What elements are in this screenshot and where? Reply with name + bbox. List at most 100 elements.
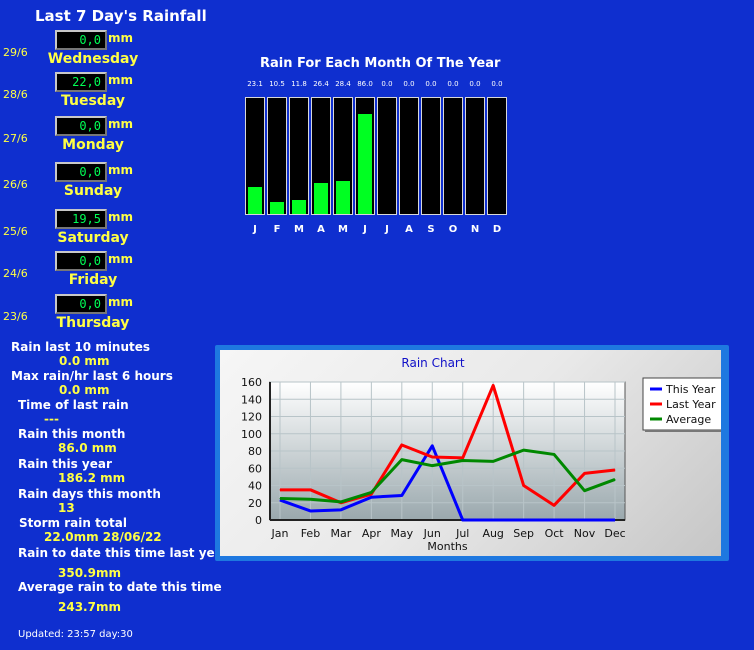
data-point [584, 519, 586, 521]
stat-label: Storm rain total [19, 516, 127, 530]
rain-line-chart: Rain Chart 0 20 40 60 80 100 120 140 160 Jan Feb Mar… [241, 356, 721, 553]
stat-value: 186.2 mm [58, 471, 126, 485]
month-bar [443, 97, 463, 215]
y-tick-label: 120 [241, 411, 262, 424]
day-rain-display: 0,0 [55, 116, 107, 136]
data-point [553, 453, 555, 455]
stat-label: Rain this month [18, 427, 126, 441]
data-point [431, 465, 433, 467]
day-rain-display: 22,0 [55, 72, 107, 92]
month-bar [399, 97, 419, 215]
month-bar-label: M [294, 224, 304, 235]
x-tick-label: Jul [455, 527, 469, 540]
data-point [401, 459, 403, 461]
stat-label: Max rain/hr last 6 hours [11, 369, 173, 383]
data-point [370, 491, 372, 493]
month-bar-value: 10.5 [269, 80, 285, 88]
day-date: 29/6 [3, 46, 28, 59]
day-date: 26/6 [3, 178, 28, 191]
data-point [340, 509, 342, 511]
month-bar [267, 97, 287, 215]
data-point [309, 489, 311, 491]
y-tick-label: 140 [241, 393, 262, 406]
day-rain-display: 19,5 [55, 209, 107, 229]
month-bar-value: 26.4 [313, 80, 329, 88]
month-bar [421, 97, 441, 215]
data-point [523, 449, 525, 451]
month-bar-value: 11.8 [291, 80, 307, 88]
month-bar-fill [270, 202, 284, 214]
month-bar-label: J [253, 224, 257, 235]
data-point [401, 444, 403, 446]
unit-label: mm [108, 252, 134, 266]
stat-label: Rain to date this time last year [18, 546, 229, 560]
month-bar-fill [358, 114, 372, 214]
day-date: 27/6 [3, 132, 28, 145]
month-bar-label: N [470, 224, 480, 235]
data-point [462, 457, 464, 459]
data-point [340, 501, 342, 503]
unit-label: mm [108, 117, 134, 131]
legend-label: This Year [665, 383, 716, 396]
month-bar-label: M [338, 224, 348, 235]
stat-label: Rain days this month [18, 487, 161, 501]
day-name: Wednesday [47, 51, 139, 67]
data-point [553, 504, 555, 506]
month-bar-label: J [385, 224, 389, 235]
month-bar [465, 97, 485, 215]
data-point [523, 519, 525, 521]
stat-value: 22.0mm 28/06/22 [44, 530, 162, 544]
month-bar-fill [314, 183, 328, 214]
data-point [462, 459, 464, 461]
y-tick-label: 80 [248, 445, 262, 458]
day-rain-display: 0,0 [55, 30, 107, 50]
month-bar [487, 97, 507, 215]
day-name: Tuesday [61, 93, 125, 109]
chart-title: Rain Chart [401, 356, 464, 370]
x-tick-label: Oct [545, 527, 565, 540]
month-bar-label: F [273, 224, 281, 235]
month-bar-value: 23.1 [247, 80, 263, 88]
month-bar-label: D [492, 224, 502, 235]
x-tick-label: Mar [331, 527, 352, 540]
month-bar [289, 97, 309, 215]
data-point [401, 495, 403, 497]
data-point [431, 445, 433, 447]
stat-value: --- [44, 412, 59, 426]
x-tick-label: Aug [482, 527, 503, 540]
month-bar-label: A [317, 224, 325, 235]
month-bar-value: 0.0 [381, 80, 393, 88]
month-bar [333, 97, 353, 215]
day-date: 24/6 [3, 267, 28, 280]
y-tick-label: 60 [248, 462, 262, 475]
month-bar-fill [248, 187, 262, 214]
stat-value: 0.0 mm [59, 354, 110, 368]
data-point [614, 469, 616, 471]
stat-value: 13 [58, 501, 75, 515]
data-point [279, 489, 281, 491]
month-bar [355, 97, 375, 215]
data-point [462, 519, 464, 521]
unit-label: mm [108, 295, 134, 309]
x-axis-label: Months [427, 540, 467, 553]
data-point [309, 510, 311, 512]
x-tick-label: Jan [271, 527, 289, 540]
month-bar [245, 97, 265, 215]
data-point [584, 472, 586, 474]
stat-value: 0.0 mm [59, 383, 110, 397]
x-tick-label: Sep [513, 527, 534, 540]
stat-label: Average rain to date this time [18, 580, 222, 594]
day-date: 28/6 [3, 88, 28, 101]
month-bar-value: 0.0 [491, 80, 503, 88]
day-name: Friday [68, 272, 118, 288]
stat-label: Rain this year [18, 457, 112, 471]
day-date: 25/6 [3, 225, 28, 238]
day-rain-display: 0,0 [55, 294, 107, 314]
data-point [553, 519, 555, 521]
month-bar [311, 97, 331, 215]
stat-value: 350.9mm [58, 566, 121, 580]
legend-shadow [645, 430, 721, 432]
data-point [523, 485, 525, 486]
data-point [431, 456, 433, 458]
data-point [492, 519, 494, 521]
